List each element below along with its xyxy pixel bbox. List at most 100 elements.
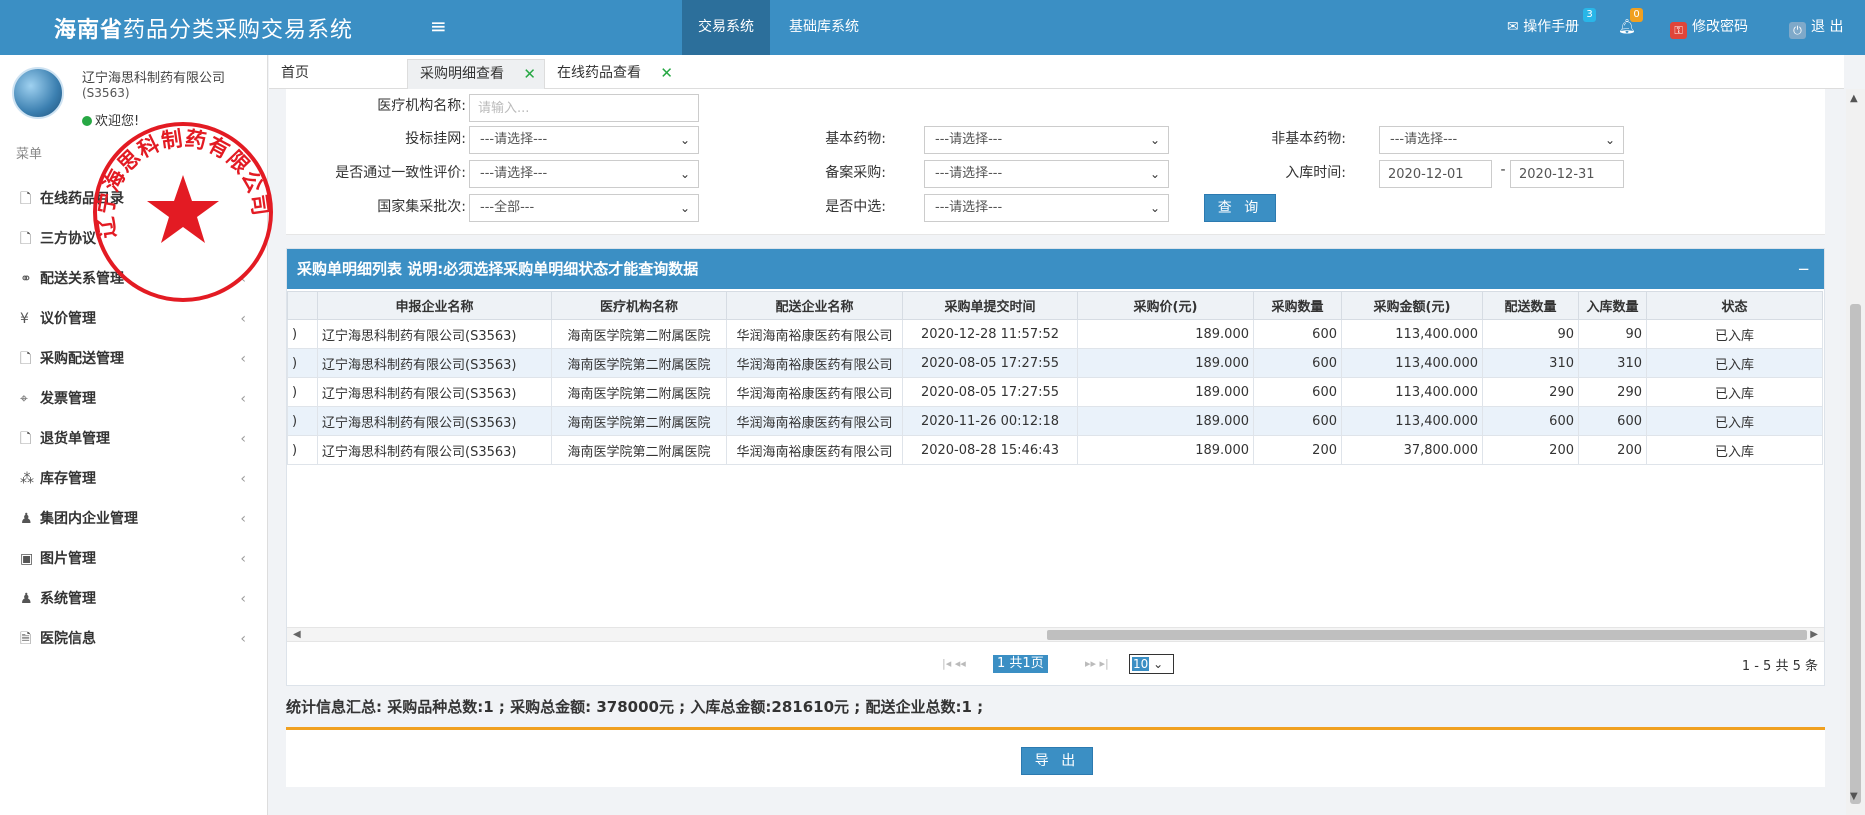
menu-toggle-icon[interactable]: ≡ xyxy=(430,14,447,38)
cell-status: 已入库 xyxy=(1646,319,1823,349)
tab-trading-system[interactable]: 交易系统 xyxy=(682,0,770,55)
hospital-name-input[interactable] xyxy=(469,94,699,122)
cell-distributor: 华润海南裕康医药有限公司 xyxy=(726,435,903,465)
chevron-left-icon: ‹ xyxy=(240,351,246,367)
image-icon: ▣ xyxy=(20,551,34,567)
current-page[interactable]: 1 xyxy=(997,656,1005,671)
cell-quantity: 600 xyxy=(1253,319,1342,349)
table-row[interactable]: ) 辽宁海思科制药有限公司(S3563) 海南医学院第二附属医院 华润海南裕康医… xyxy=(287,435,1823,465)
column-header[interactable]: 医疗机构名称 xyxy=(551,291,727,320)
tab-purchase-detail[interactable]: 采购明细查看 ✕ xyxy=(407,59,545,89)
batch-select[interactable]: ---全部--- ⌄ xyxy=(469,194,699,222)
nonbasic-drug-select[interactable]: ---请选择--- ⌄ xyxy=(1379,126,1624,154)
hospital-name-label: 医疗机构名称: xyxy=(377,98,466,114)
table-row[interactable]: ) 辽宁海思科制药有限公司(S3563) 海南医学院第二附属医院 华润海南裕康医… xyxy=(287,377,1823,407)
chevron-left-icon: ‹ xyxy=(240,511,246,527)
scroll-up-icon[interactable]: ▲ xyxy=(1850,93,1858,104)
scroll-down-icon[interactable]: ▼ xyxy=(1850,791,1858,802)
scrollbar-thumb[interactable] xyxy=(1850,304,1861,804)
logout-link[interactable]: ⏻ 退 出 xyxy=(1789,0,1843,55)
sidebar-item-online-drugs[interactable]: 🗋 在线药品目录 xyxy=(0,179,268,219)
sidebar-item-label: 系统管理 xyxy=(40,591,96,607)
export-button[interactable]: 导 出 xyxy=(1021,747,1093,775)
chevron-left-icon: ‹ xyxy=(240,391,246,407)
horizontal-scrollbar[interactable]: ◀ ▶ xyxy=(287,627,1824,641)
table-row[interactable]: ) 辽宁海思科制药有限公司(S3563) 海南医学院第二附属医院 华润海南裕康医… xyxy=(287,319,1823,349)
page-vertical-scrollbar[interactable]: ▲ ▼ xyxy=(1846,89,1865,815)
manual-badge: 3 xyxy=(1583,8,1596,22)
sidebar-item-inventory[interactable]: ⁂ 库存管理 ‹ xyxy=(0,459,268,499)
chevron-left-icon: ‹ xyxy=(240,631,246,647)
column-header[interactable]: 配送企业名称 xyxy=(726,291,903,320)
tab-online-drugs[interactable]: 在线药品查看 ✕ xyxy=(545,59,681,89)
record-purchase-value: ---请选择--- xyxy=(935,166,1003,181)
tab-base-library[interactable]: 基础库系统 xyxy=(773,0,875,55)
chevron-left-icon: ‹ xyxy=(240,471,246,487)
sidebar-item-delivery-relation[interactable]: ⚭ 配送关系管理 ‹ xyxy=(0,259,268,299)
scrollbar-thumb[interactable] xyxy=(1047,630,1807,640)
purchase-table-wrap: 申报企业名称 医疗机构名称 配送企业名称 采购单提交时间 采购价(元) 采购数量… xyxy=(287,291,1824,465)
scroll-right-icon[interactable]: ▶ xyxy=(1810,628,1818,642)
panel-header: 采购单明细列表 说明:必须选择采购单明细状态才能查询数据 − xyxy=(287,249,1824,289)
collapse-icon[interactable]: − xyxy=(1797,249,1810,289)
sidebar-item-invoice[interactable]: ⌖ 发票管理 ‹ xyxy=(0,379,268,419)
column-header[interactable]: 配送数量 xyxy=(1482,291,1579,320)
sidebar-item-label: 图片管理 xyxy=(40,551,96,567)
cell-delivered: 290 xyxy=(1482,377,1579,407)
sidebar-item-returns[interactable]: 🗋 退货单管理 ‹ xyxy=(0,419,268,459)
column-header[interactable]: 采购价(元) xyxy=(1077,291,1254,320)
column-header[interactable]: 入库数量 xyxy=(1578,291,1647,320)
welcome-label: 欢迎您! xyxy=(95,114,140,129)
sidebar-item-images[interactable]: ▣ 图片管理 ‹ xyxy=(0,539,268,579)
sidebar-item-tripartite[interactable]: 🗋 三方协议 xyxy=(0,219,268,259)
cell-submit-time: 2020-08-05 17:27:55 xyxy=(902,348,1078,378)
bid-value: ---请选择--- xyxy=(480,132,548,147)
chevron-down-icon: ⌄ xyxy=(1149,133,1160,147)
cell-delivered: 90 xyxy=(1482,319,1579,349)
sidebar-item-label: 发票管理 xyxy=(40,391,96,407)
sidebar-item-price-negotiation[interactable]: ¥ 议价管理 ‹ xyxy=(0,299,268,339)
close-icon[interactable]: ✕ xyxy=(523,60,536,88)
column-header[interactable]: 采购金额(元) xyxy=(1341,291,1483,320)
user-icon: ♟ xyxy=(20,591,33,607)
first-page-icon[interactable]: |◂ ◂◂ xyxy=(942,657,966,670)
sidebar-item-group-companies[interactable]: ♟ 集团内企业管理 ‹ xyxy=(0,499,268,539)
query-button[interactable]: 查 询 xyxy=(1204,194,1276,222)
scroll-left-icon[interactable]: ◀ xyxy=(293,628,301,642)
cell-hospital: 海南医学院第二附属医院 xyxy=(551,319,727,349)
sidebar-item-system[interactable]: ♟ 系统管理 ‹ xyxy=(0,579,268,619)
tab-home[interactable]: 首页 xyxy=(269,59,369,89)
page-size-select[interactable]: 10 ⌄ xyxy=(1129,654,1174,674)
last-page-icon[interactable]: ▸▸ ▸| xyxy=(1085,657,1109,670)
basic-drug-label: 基本药物: xyxy=(825,131,886,147)
notification-bell[interactable]: 🔔︎ 0 xyxy=(1618,0,1643,55)
date-to-input[interactable] xyxy=(1510,160,1624,188)
consistency-select[interactable]: ---请选择--- ⌄ xyxy=(469,160,699,188)
column-header[interactable]: 状态 xyxy=(1646,291,1823,320)
date-from-input[interactable] xyxy=(1379,160,1492,188)
record-purchase-select[interactable]: ---请选择--- ⌄ xyxy=(924,160,1169,188)
cell-price: 189.000 xyxy=(1077,348,1254,378)
table-row[interactable]: ) 辽宁海思科制药有限公司(S3563) 海南医学院第二附属医院 华润海南裕康医… xyxy=(287,348,1823,378)
bid-select[interactable]: ---请选择--- ⌄ xyxy=(469,126,699,154)
cell-delivered: 310 xyxy=(1482,348,1579,378)
batch-value: ---全部--- xyxy=(480,200,535,215)
change-password-link[interactable]: ⚿ 修改密码 xyxy=(1670,0,1748,55)
column-header[interactable]: 采购单提交时间 xyxy=(902,291,1078,320)
selected-select[interactable]: ---请选择--- ⌄ xyxy=(924,194,1169,222)
sidebar-item-purchase-delivery[interactable]: 🗋 采购配送管理 ‹ xyxy=(0,339,268,379)
column-header[interactable]: 采购数量 xyxy=(1253,291,1342,320)
sidebar-item-hospital-info[interactable]: 🗎 医院信息 ‹ xyxy=(0,619,268,659)
close-icon[interactable]: ✕ xyxy=(660,59,673,87)
table-row[interactable]: ) 辽宁海思科制药有限公司(S3563) 海南医学院第二附属医院 华润海南裕康医… xyxy=(287,406,1823,436)
manual-link[interactable]: ✉ 操作手册 3 xyxy=(1507,0,1596,55)
sidebar-item-label: 库存管理 xyxy=(40,471,96,487)
cell-hospital: 海南医学院第二附属医院 xyxy=(551,377,727,407)
consistency-label: 是否通过一致性评价: xyxy=(335,165,466,181)
basic-drug-select[interactable]: ---请选择--- ⌄ xyxy=(924,126,1169,154)
brand-province: 海南省 xyxy=(54,18,124,43)
avatar xyxy=(12,67,64,119)
cell-declarer: 辽宁海思科制药有限公司(S3563) xyxy=(317,377,552,407)
file-icon: 🗋 xyxy=(20,231,32,247)
column-header[interactable]: 申报企业名称 xyxy=(317,291,552,320)
